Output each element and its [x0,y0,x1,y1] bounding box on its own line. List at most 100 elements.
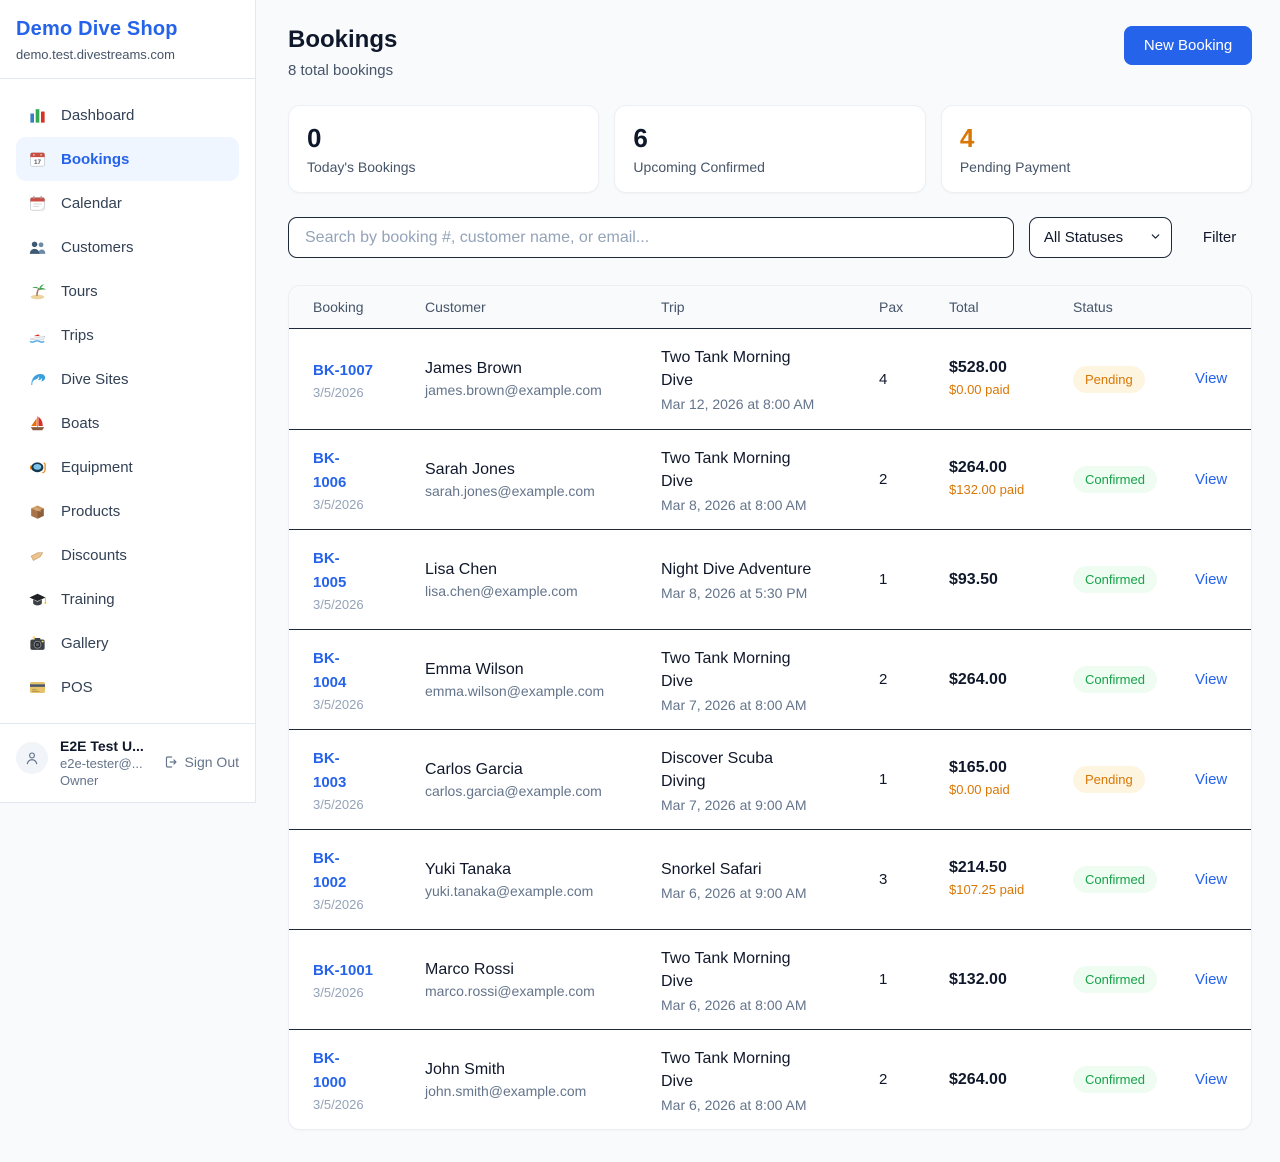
sidebar-nav-item[interactable]: Equipment [16,445,239,489]
booking-id-link[interactable]: BK-1007 [313,359,425,382]
customer-cell: Carlos Garcia carlos.garcia@example.com [425,761,661,799]
trip-date: Mar 6, 2026 at 8:00 AM [661,997,879,1013]
nav-item-label: Equipment [61,459,133,476]
status-filter-wrap: All Statuses [1029,217,1172,258]
customer-email: yuki.tanaka@example.com [425,883,661,899]
user-meta: E2E Test U... e2e-tester@... Owner [60,738,150,788]
paid-amount: $107.25 paid [949,881,1025,900]
sidebar-nav-item[interactable]: Training [16,577,239,621]
nav-item-icon [28,546,47,565]
customer-cell: Lisa Chen lisa.chen@example.com [425,561,661,599]
app-layout: Demo Dive Shop demo.test.divestreams.com… [0,0,1280,1130]
person-icon [23,749,41,767]
page-header-text: Bookings 8 total bookings [288,26,397,79]
status-cell: Confirmed [1073,566,1181,593]
view-link[interactable]: View [1181,1071,1227,1088]
view-link[interactable]: View [1181,771,1227,788]
actions-cell: View [1181,370,1227,388]
shop-name: Demo Dive Shop [16,18,239,41]
pax-cell: 2 [879,1071,949,1088]
customer-name: Emma Wilson [425,661,661,679]
view-link[interactable]: View [1181,571,1227,588]
stat-label: Today's Bookings [307,159,580,175]
total-cell: $214.50 $107.25 paid [949,859,1073,900]
sign-out-button[interactable]: Sign Out [162,754,239,770]
trip-date: Mar 8, 2026 at 5:30 PM [661,585,879,601]
booking-id-link[interactable]: BK- 1005 [313,547,425,594]
booking-id-link[interactable]: BK- 1006 [313,447,425,494]
booking-id-link[interactable]: BK-1001 [313,959,425,982]
customer-name: Yuki Tanaka [425,861,661,879]
page-subtitle: 8 total bookings [288,62,397,79]
total-amount: $528.00 [949,359,1073,377]
status-cell: Pending [1073,766,1181,793]
total-amount: $264.00 [949,1071,1073,1089]
booking-id-link[interactable]: BK- 1002 [313,847,425,894]
pax-cell: 1 [879,571,949,588]
sidebar-nav-item[interactable]: Products [16,489,239,533]
user-role: Owner [60,773,150,788]
nav-item-label: Gallery [61,635,109,652]
customer-cell: Yuki Tanaka yuki.tanaka@example.com [425,861,661,899]
trip-date: Mar 6, 2026 at 8:00 AM [661,1097,879,1113]
view-link[interactable]: View [1181,370,1227,387]
view-link[interactable]: View [1181,471,1227,488]
sidebar-nav-item[interactable]: Customers [16,225,239,269]
avatar [16,742,48,774]
view-link[interactable]: View [1181,971,1227,988]
nav-item-label: Calendar [61,195,122,212]
shop-domain: demo.test.divestreams.com [16,47,239,62]
sidebar-nav-item[interactable]: Bookings [16,137,239,181]
total-amount: $132.00 [949,971,1073,989]
booking-id-link[interactable]: BK- 1003 [313,747,425,794]
view-link[interactable]: View [1181,871,1227,888]
trip-name: Two Tank Morning Dive [661,346,821,392]
nav-item-label: Trips [61,327,94,344]
total-cell: $528.00 $0.00 paid [949,359,1073,400]
filter-button[interactable]: Filter [1187,229,1252,246]
sidebar-nav-item[interactable]: Dive Sites [16,357,239,401]
total-cell: $132.00 [949,971,1073,989]
booking-id-link[interactable]: BK- 1004 [313,647,425,694]
trip-name: Discover Scuba Diving [661,747,821,793]
actions-cell: View [1181,471,1227,489]
nav-item-icon [28,414,47,433]
trip-date: Mar 7, 2026 at 8:00 AM [661,697,879,713]
stat-value: 6 [633,123,906,154]
nav-item-icon [28,326,47,345]
search-input[interactable] [288,217,1014,258]
booking-date: 3/5/2026 [313,797,425,812]
stat-card: 4 Pending Payment [941,105,1252,193]
sidebar-nav-item[interactable]: Discounts [16,533,239,577]
new-booking-button[interactable]: New Booking [1124,26,1252,65]
nav-item-label: Bookings [61,151,129,168]
trip-date: Mar 12, 2026 at 8:00 AM [661,396,879,412]
booking-row: BK- 1005 3/5/2026 Lisa Chen lisa.chen@ex… [289,529,1251,629]
booking-id-link[interactable]: BK- 1000 [313,1047,425,1094]
sidebar-nav-item[interactable]: POS [16,665,239,709]
total-cell: $93.50 [949,571,1073,589]
stat-label: Pending Payment [960,159,1233,175]
stat-card: 6 Upcoming Confirmed [614,105,925,193]
status-cell: Confirmed [1073,666,1181,693]
customer-email: emma.wilson@example.com [425,683,661,699]
sidebar-nav-item[interactable]: Boats [16,401,239,445]
sidebar-nav-item[interactable]: Calendar [16,181,239,225]
nav-item-icon [28,106,47,125]
nav-item-label: Customers [61,239,134,256]
sidebar-nav-item[interactable]: Dashboard [16,93,239,137]
sidebar-nav-item[interactable]: Trips [16,313,239,357]
customer-cell: James Brown james.brown@example.com [425,360,661,398]
booking-date: 3/5/2026 [313,385,425,400]
nav-item-label: Dashboard [61,107,134,124]
trip-name: Two Tank Morning Dive [661,947,821,993]
nav-item-label: Discounts [61,547,127,564]
customer-name: Carlos Garcia [425,761,661,779]
view-link[interactable]: View [1181,671,1227,688]
nav-item-icon [28,590,47,609]
booking-cell: BK-1007 3/5/2026 [313,359,425,400]
actions-cell: View [1181,1071,1227,1089]
sidebar-nav-item[interactable]: Gallery [16,621,239,665]
sidebar-nav-item[interactable]: Tours [16,269,239,313]
status-filter-select[interactable]: All Statuses [1029,217,1172,258]
